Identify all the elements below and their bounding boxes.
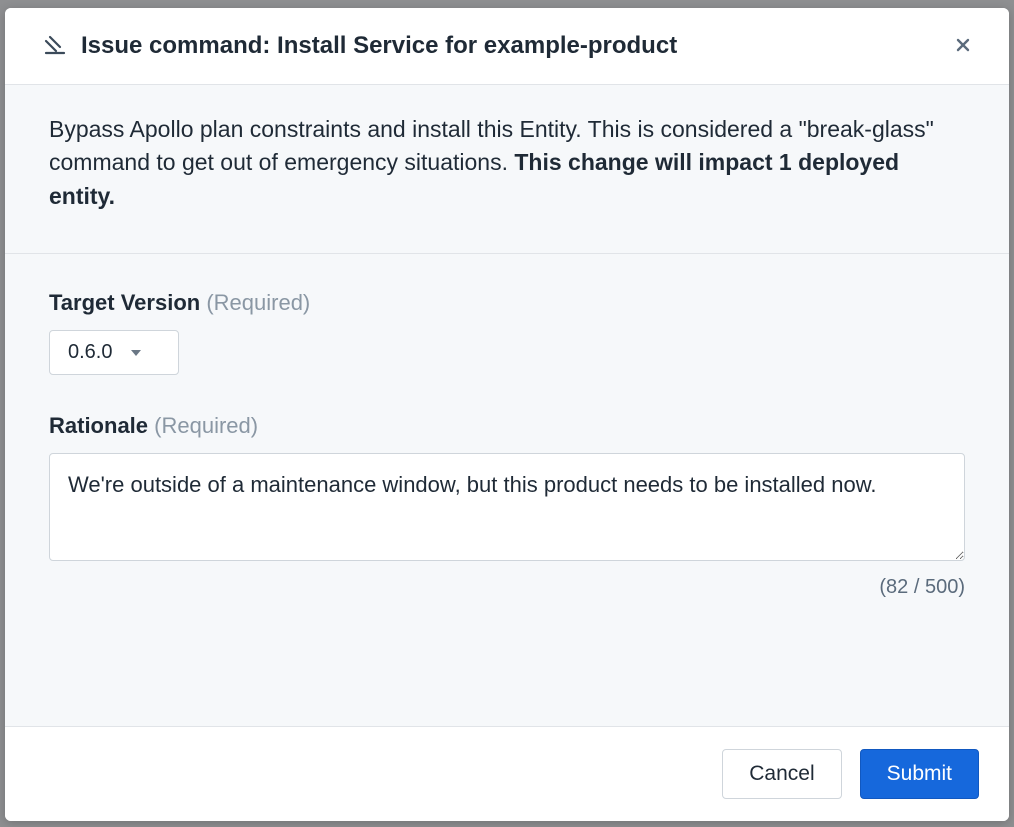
target-version-select[interactable]: 0.6.0	[49, 330, 179, 375]
target-version-label-text: Target Version	[49, 290, 200, 315]
modal-form: Target Version (Required) 0.6.0 Rational…	[5, 254, 1009, 726]
target-version-value: 0.6.0	[68, 341, 112, 364]
rationale-input[interactable]	[49, 453, 965, 561]
command-icon	[41, 32, 69, 60]
modal-title: Issue command: Install Service for examp…	[81, 32, 947, 60]
close-icon	[955, 33, 971, 59]
target-version-required: (Required)	[206, 290, 310, 315]
target-version-label: Target Version (Required)	[49, 290, 965, 316]
issue-command-modal: Issue command: Install Service for examp…	[5, 8, 1009, 821]
close-button[interactable]	[947, 30, 979, 62]
target-version-field: Target Version (Required) 0.6.0	[49, 290, 965, 375]
modal-description: Bypass Apollo plan constraints and insta…	[5, 85, 1009, 254]
rationale-label-text: Rationale	[49, 413, 148, 438]
caret-down-icon	[130, 341, 142, 364]
rationale-label: Rationale (Required)	[49, 413, 965, 439]
modal-header: Issue command: Install Service for examp…	[5, 8, 1009, 85]
rationale-required: (Required)	[154, 413, 258, 438]
cancel-button[interactable]: Cancel	[722, 749, 841, 799]
rationale-field: Rationale (Required) (82 / 500)	[49, 413, 965, 599]
modal-footer: Cancel Submit	[5, 726, 1009, 821]
rationale-char-count: (82 / 500)	[49, 576, 965, 599]
submit-button[interactable]: Submit	[860, 749, 979, 799]
